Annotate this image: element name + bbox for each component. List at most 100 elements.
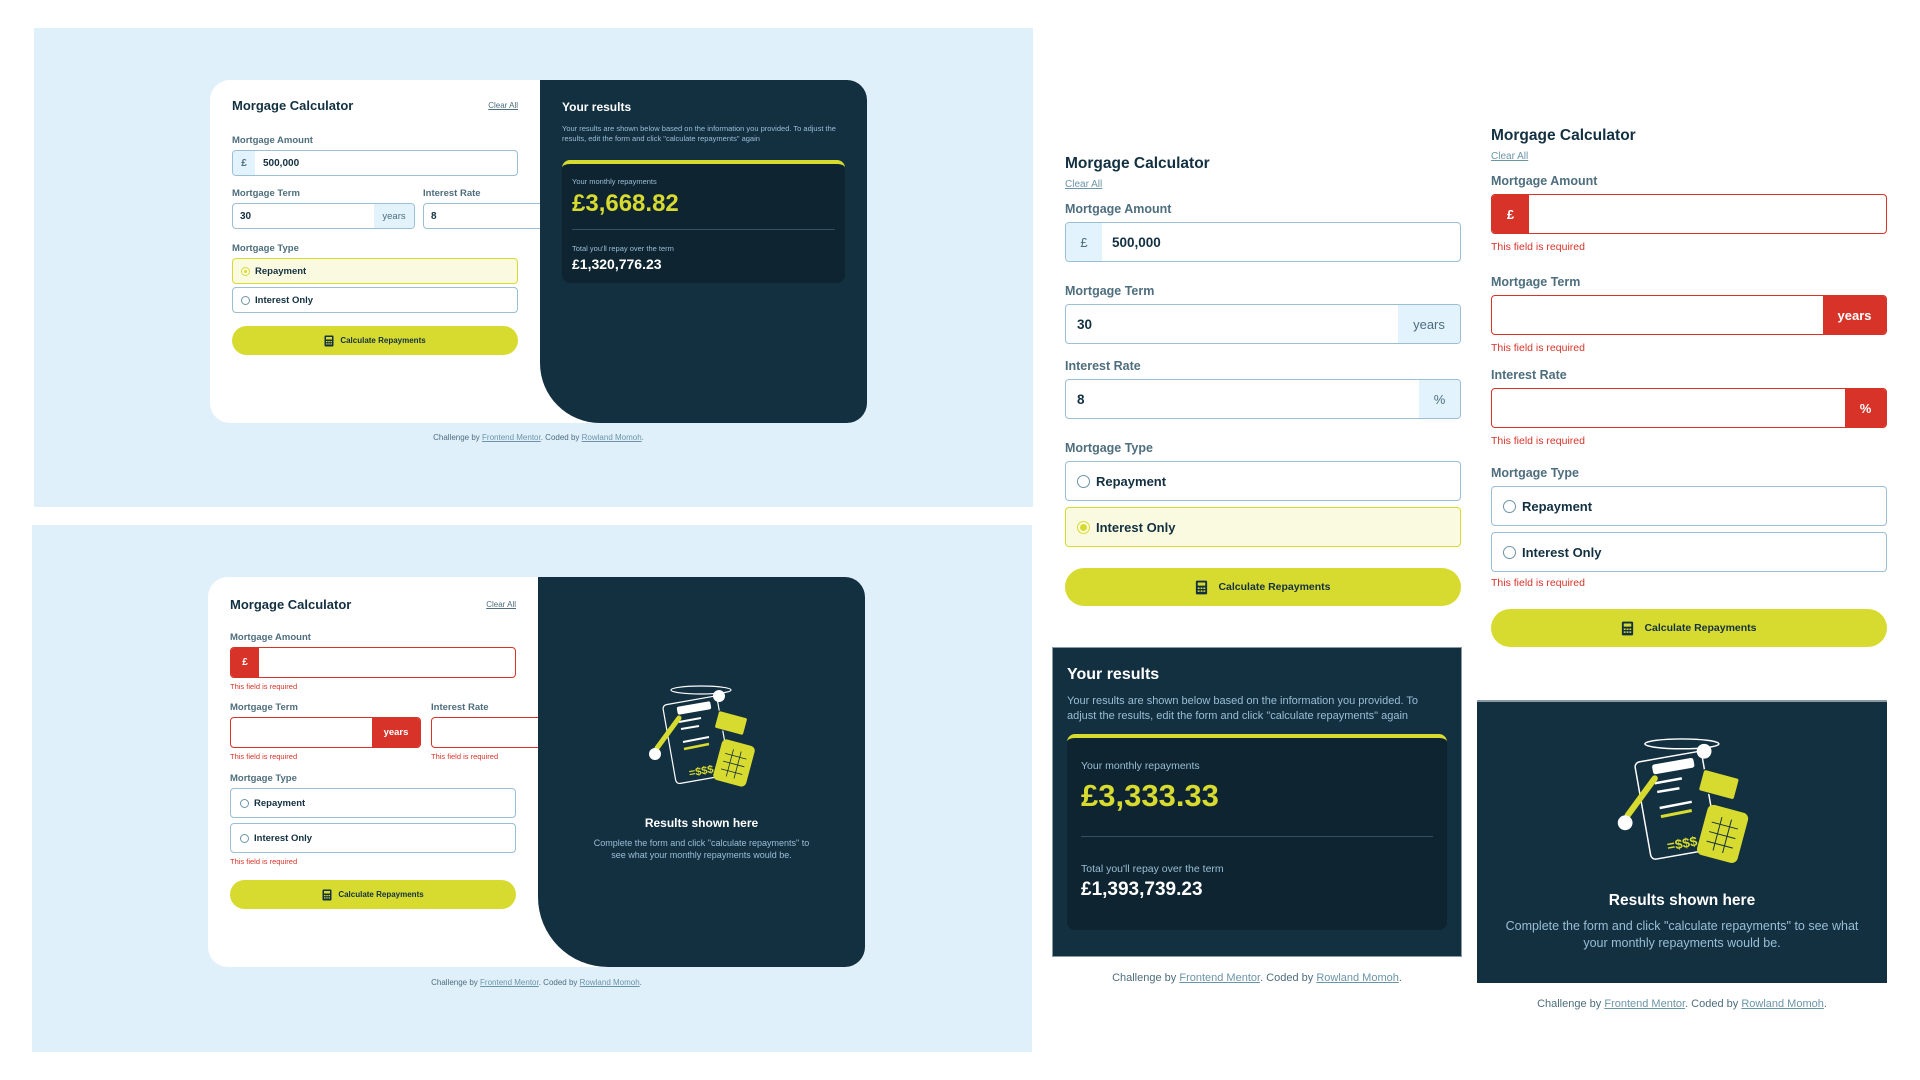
radio-option-label: Interest Only: [254, 832, 313, 844]
mortgage-amount-field: £: [232, 150, 518, 176]
calculate-repayments-button[interactable]: Calculate Repayments: [1065, 568, 1461, 606]
results-title: Your results: [1067, 666, 1160, 683]
term-error-message: This field is required: [230, 752, 298, 761]
mortgage-term-field: years: [1491, 295, 1887, 335]
calculator-icon: [1622, 621, 1634, 635]
results-description: Your results are shown below based on th…: [1067, 695, 1418, 722]
term-unit-years: years: [372, 718, 420, 747]
mortgage-type-label: Mortgage Type: [1065, 441, 1153, 455]
mortgage-amount-input[interactable]: [1102, 223, 1460, 261]
term-error-message: This field is required: [1491, 342, 1585, 354]
radio-option-label: Repayment: [1096, 473, 1167, 489]
percent-icon: %: [1419, 380, 1460, 418]
mortgage-amount-label: Mortgage Amount: [1491, 174, 1598, 188]
calculate-button-label: Calculate Repayments: [338, 890, 424, 899]
mortgage-term-field: years: [1065, 304, 1461, 344]
footer-text: .: [1398, 972, 1402, 984]
frontend-mentor-link[interactable]: Frontend Mentor: [480, 978, 539, 987]
interest-rate-label: Interest Rate: [1065, 359, 1141, 373]
calculator-title: Morgage Calculator: [1065, 155, 1210, 172]
footer-text: .: [1823, 998, 1827, 1010]
radio-selected-icon: [241, 266, 250, 276]
results-divider: [1081, 835, 1433, 837]
clear-all-link[interactable]: Clear All: [1491, 151, 1528, 162]
footer-text: . Coded by: [1260, 972, 1317, 984]
mobile-results-calculator-form: Morgage Calculator Clear All Mortgage Am…: [1065, 155, 1461, 606]
radio-option-label: Repayment: [1522, 498, 1593, 514]
frontend-mentor-link[interactable]: Frontend Mentor: [482, 433, 541, 442]
calculate-button-label: Calculate Repayments: [1644, 622, 1757, 634]
mortgage-term-label: Mortgage Term: [230, 702, 298, 713]
radio-option-interest-only[interactable]: Interest Only: [230, 823, 516, 853]
footer-text: .: [639, 978, 642, 987]
calculator-icon: [324, 335, 334, 346]
calculator-form: Morgage Calculator Clear All Mortgage Am…: [208, 577, 605, 967]
calculator-title: Morgage Calculator: [1491, 127, 1636, 144]
term-unit-years: years: [374, 204, 414, 228]
mortgage-amount-label: Mortgage Amount: [1065, 202, 1172, 216]
radio-option-repayment[interactable]: Repayment: [1491, 486, 1887, 526]
radio-selected-icon: [1077, 520, 1090, 534]
radio-option-interest-only[interactable]: Interest Only: [1065, 507, 1461, 547]
monthly-repayments-label: Your monthly repayments: [572, 176, 657, 186]
mortgage-amount-input[interactable]: [259, 648, 515, 677]
author-link[interactable]: Rowland Momoh: [1741, 998, 1824, 1010]
radio-option-interest-only[interactable]: Interest Only: [1491, 532, 1887, 572]
footer-text: . Coded by: [538, 978, 580, 987]
mortgage-amount-input[interactable]: [1529, 195, 1886, 233]
calculate-button-label: Calculate Repayments: [1218, 581, 1331, 593]
author-link[interactable]: Rowland Momoh: [580, 978, 640, 987]
total-repay-value: £1,320,776.23: [572, 255, 662, 272]
frontend-mentor-link[interactable]: Frontend Mentor: [1604, 998, 1685, 1010]
mortgage-term-input[interactable]: [1492, 296, 1823, 334]
radio-option-interest-only[interactable]: Interest Only: [232, 287, 518, 313]
amount-error-message: This field is required: [1491, 241, 1585, 253]
term-unit-years: years: [1398, 305, 1460, 343]
interest-rate-input[interactable]: [1066, 380, 1419, 418]
attribution-footer: Challenge by Frontend Mentor. Coded by R…: [1477, 998, 1887, 1010]
type-error-message: This field is required: [1491, 577, 1585, 589]
clear-all-link[interactable]: Clear All: [488, 101, 518, 110]
mortgage-term-input[interactable]: [231, 718, 372, 747]
calculator-icon: [322, 889, 332, 900]
author-link[interactable]: Rowland Momoh: [582, 433, 642, 442]
clear-all-link[interactable]: Clear All: [1065, 179, 1102, 190]
mortgage-type-label: Mortgage Type: [232, 243, 299, 254]
frontend-mentor-link[interactable]: Frontend Mentor: [1179, 972, 1260, 984]
calculator-title: Morgage Calculator: [230, 597, 352, 612]
calculator-title: Morgage Calculator: [232, 98, 354, 113]
calculate-repayments-button[interactable]: Calculate Repayments: [232, 326, 518, 355]
empty-results-illustration: =$$$: [1617, 738, 1748, 864]
empty-results-title: Results shown here: [1608, 892, 1756, 910]
mortgage-term-input[interactable]: [233, 204, 374, 228]
radio-option-label: Interest Only: [1096, 519, 1176, 535]
mortgage-amount-field: £: [1065, 222, 1461, 262]
total-repay-value: £1,393,739.23: [1081, 878, 1203, 900]
interest-rate-input[interactable]: [1492, 389, 1845, 427]
radio-option-label: Repayment: [255, 265, 307, 277]
calculate-repayments-button[interactable]: Calculate Repayments: [230, 880, 516, 909]
radio-unselected-icon: [240, 833, 249, 843]
radio-option-repayment[interactable]: Repayment: [232, 258, 518, 284]
radio-option-label: Interest Only: [255, 294, 314, 306]
mortgage-amount-input[interactable]: [255, 151, 517, 175]
mobile-error-calculator-form: Morgage Calculator Clear All Mortgage Am…: [1491, 127, 1887, 647]
pound-icon: £: [1066, 223, 1102, 261]
mortgage-term-input[interactable]: [1066, 305, 1398, 343]
author-link[interactable]: Rowland Momoh: [1316, 972, 1399, 984]
radio-option-repayment[interactable]: Repayment: [1065, 461, 1461, 501]
percent-icon: %: [1845, 389, 1886, 427]
results-divider: [572, 228, 835, 230]
footer-text: Challenge by: [1537, 998, 1605, 1010]
footer-text: .: [641, 433, 644, 442]
results-summary-box: Your monthly repayments £3,333.33 Total …: [1067, 733, 1447, 930]
empty-results-title: Results shown here: [644, 816, 759, 831]
interest-rate-label: Interest Rate: [1491, 368, 1567, 382]
radio-option-repayment[interactable]: Repayment: [230, 788, 516, 818]
mobile-results-panel: Your results Your results are shown belo…: [1052, 647, 1462, 957]
empty-results-description: Complete the form and click "calculate r…: [593, 838, 810, 860]
calculate-repayments-button[interactable]: Calculate Repayments: [1491, 609, 1887, 647]
desktop-results-calculator-card: Morgage Calculator Clear All Mortgage Am…: [210, 80, 867, 423]
clear-all-link[interactable]: Clear All: [486, 600, 516, 609]
mortgage-amount-label: Mortgage Amount: [232, 135, 313, 146]
